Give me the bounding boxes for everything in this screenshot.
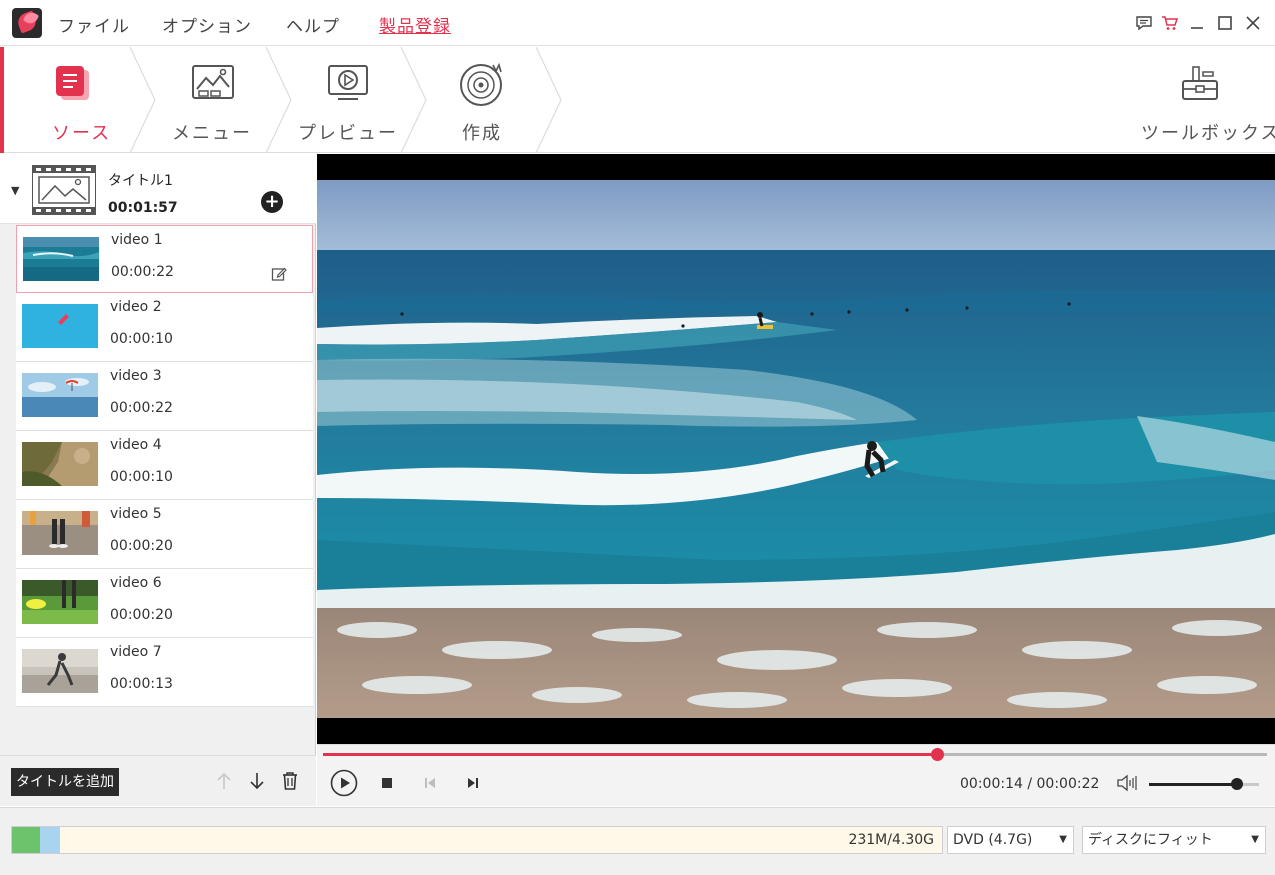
menu-image-icon <box>191 63 235 107</box>
add-video-icon[interactable]: + <box>261 191 283 213</box>
video-name: video 6 <box>110 575 162 591</box>
video-duration: 00:00:20 <box>110 607 173 623</box>
previous-frame-icon[interactable] <box>420 769 440 797</box>
stop-icon[interactable] <box>377 769 397 797</box>
title-thumbnail <box>32 165 96 215</box>
toolbox-button[interactable]: ツールボックス <box>1135 47 1275 153</box>
video-thumbnail <box>22 580 98 624</box>
capacity-menu-segment <box>40 827 60 853</box>
video-item[interactable]: video 2 00:00:10 <box>16 293 313 362</box>
move-down-icon[interactable] <box>246 770 268 792</box>
source-panel: ▼ タイトル1 00:01:57 + video 1 00:00:22 vide… <box>0 154 316 806</box>
chevron-down-icon: ▼ <box>1059 834 1067 845</box>
menu-file[interactable]: ファイル <box>58 12 130 37</box>
video-list: video 1 00:00:22 video 2 00:00:10 video … <box>16 225 313 707</box>
burn-disc-icon <box>459 61 507 111</box>
close-icon[interactable] <box>1242 12 1264 34</box>
menu-bar: ファイル オプション ヘルプ 製品登録 <box>0 0 1275 46</box>
video-thumbnail <box>22 511 98 555</box>
player-controls: 00:00:14 / 00:00:22 <box>317 744 1275 806</box>
tab-menu-label: メニュー <box>172 123 252 144</box>
total-time: 00:00:22 <box>1036 776 1100 792</box>
tab-preview-label: プレビュー <box>298 123 398 144</box>
video-thumbnail <box>23 237 99 281</box>
add-title-button[interactable]: タイトルを追加 <box>11 768 119 796</box>
title-name: タイトル1 <box>108 173 173 189</box>
seek-progress <box>323 753 937 756</box>
feedback-icon[interactable] <box>1133 12 1155 34</box>
preview-icon <box>326 63 370 107</box>
toolbox-icon <box>1179 63 1221 109</box>
chevron-down-icon: ▼ <box>1251 834 1259 845</box>
tab-burn-label: 作成 <box>462 123 502 144</box>
volume-icon[interactable] <box>1115 769 1139 797</box>
video-item[interactable]: video 5 00:00:20 <box>16 500 313 569</box>
video-name: video 5 <box>110 506 162 522</box>
video-name: video 7 <box>110 644 162 660</box>
video-duration: 00:00:22 <box>111 264 174 280</box>
video-item[interactable]: video 7 00:00:13 <box>16 638 313 707</box>
video-name: video 2 <box>110 299 162 315</box>
video-preview[interactable] <box>317 154 1275 744</box>
fit-mode-value: ディスクにフィット <box>1088 832 1213 848</box>
disc-capacity-bar: 231M/4.30G <box>11 826 943 854</box>
status-bar: 231M/4.30G DVD (4.7G) ▼ ディスクにフィット ▼ <box>0 807 1275 875</box>
time-display: 00:00:14 / 00:00:22 <box>960 776 1099 792</box>
app-logo <box>12 8 42 38</box>
preview-frame <box>317 180 1275 718</box>
video-thumbnail <box>22 649 98 693</box>
toolbox-label: ツールボックス <box>1141 123 1275 144</box>
step-toolbar: ソース メニュー プレビュー 作成 ツールボックス <box>0 47 1275 153</box>
move-up-icon[interactable] <box>213 770 235 792</box>
time-separator: / <box>1022 776 1037 792</box>
source-icon <box>52 63 94 109</box>
video-thumbnail <box>22 304 98 348</box>
fit-mode-select[interactable]: ディスクにフィット ▼ <box>1082 826 1266 854</box>
video-name: video 1 <box>111 232 163 248</box>
menu-register[interactable]: 製品登録 <box>379 12 451 37</box>
video-item[interactable]: video 3 00:00:22 <box>16 362 313 431</box>
minimize-icon[interactable] <box>1186 12 1208 34</box>
video-name: video 3 <box>110 368 162 384</box>
disc-type-select[interactable]: DVD (4.7G) ▼ <box>947 826 1074 854</box>
video-item[interactable]: video 4 00:00:10 <box>16 431 313 500</box>
next-frame-icon[interactable] <box>463 769 483 797</box>
capacity-used-segment <box>12 827 40 853</box>
title-group-header[interactable]: ▼ タイトル1 00:01:57 + <box>0 154 316 224</box>
tab-source-label: ソース <box>52 123 112 144</box>
trash-icon[interactable] <box>279 770 301 792</box>
volume-level <box>1149 783 1237 786</box>
volume-handle[interactable] <box>1231 778 1243 790</box>
edit-icon[interactable] <box>271 266 287 282</box>
maximize-icon[interactable] <box>1214 12 1236 34</box>
video-thumbnail <box>22 442 98 486</box>
current-time: 00:00:14 <box>960 776 1023 792</box>
video-duration: 00:00:13 <box>110 676 173 692</box>
collapse-caret-icon[interactable]: ▼ <box>11 184 19 197</box>
video-name: video 4 <box>110 437 162 453</box>
title-duration: 00:01:57 <box>108 200 178 216</box>
video-duration: 00:00:22 <box>110 400 173 416</box>
seek-handle[interactable] <box>930 748 944 761</box>
tab-burn[interactable]: 作成 <box>430 47 550 153</box>
capacity-text: 231M/4.30G <box>848 832 934 848</box>
video-duration: 00:00:10 <box>110 331 173 347</box>
volume-slider[interactable] <box>1149 778 1259 790</box>
seek-bar[interactable] <box>323 748 1267 761</box>
disc-type-value: DVD (4.7G) <box>953 832 1033 848</box>
play-icon[interactable] <box>329 769 359 797</box>
video-item[interactable]: video 1 00:00:22 <box>16 225 313 293</box>
video-thumbnail <box>22 373 98 417</box>
title-actions-bar: タイトルを追加 <box>0 755 316 806</box>
video-duration: 00:00:10 <box>110 469 173 485</box>
menu-help[interactable]: ヘルプ <box>286 12 340 37</box>
video-item[interactable]: video 6 00:00:20 <box>16 569 313 638</box>
video-duration: 00:00:20 <box>110 538 173 554</box>
menu-options[interactable]: オプション <box>162 12 252 37</box>
cart-icon[interactable] <box>1159 12 1181 34</box>
